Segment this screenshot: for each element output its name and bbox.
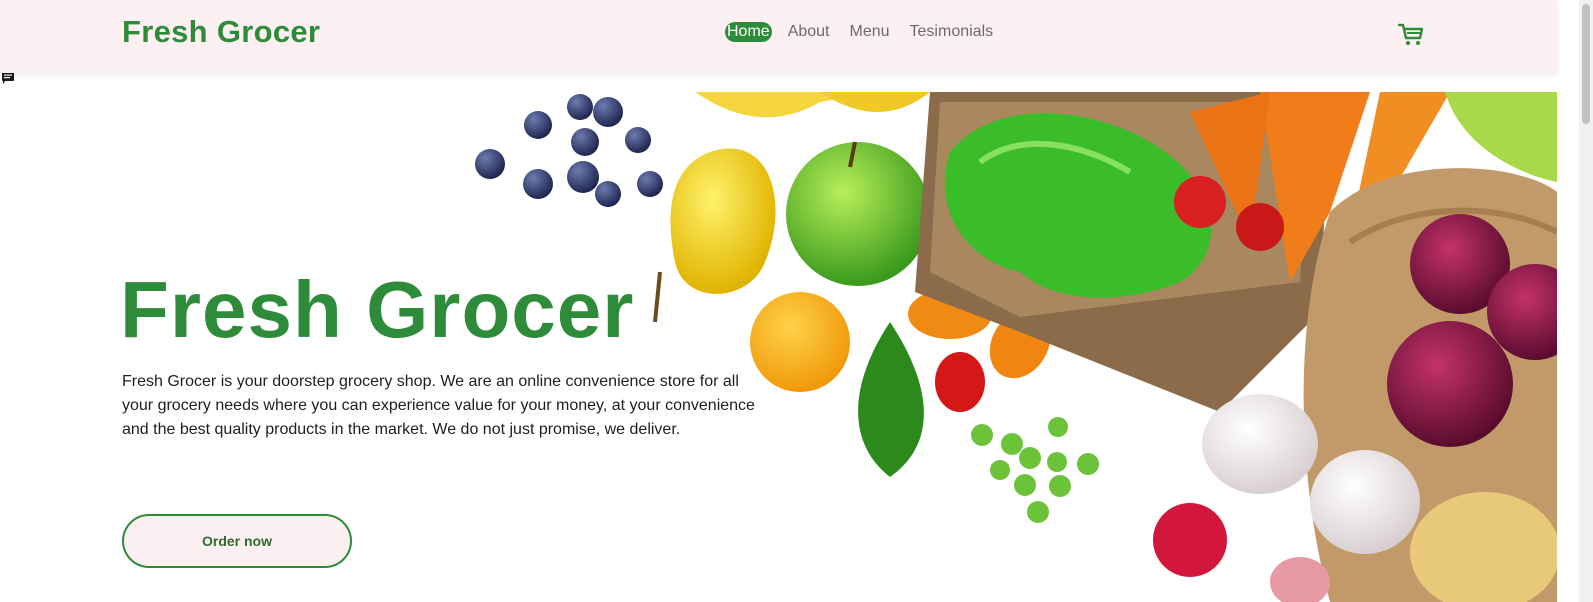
hero-title: Fresh Grocer	[120, 265, 635, 354]
cart-icon[interactable]	[1397, 20, 1425, 48]
main-nav: Home About Menu Tesimonials	[725, 22, 997, 42]
chat-icon[interactable]	[2, 72, 14, 84]
scrollbar-thumb[interactable]	[1582, 4, 1590, 124]
nav-about[interactable]: About	[784, 22, 834, 42]
brand-logo[interactable]: Fresh Grocer	[122, 14, 320, 50]
site-header: Fresh Grocer Home About Menu Tesimonials	[0, 0, 1557, 73]
nav-home[interactable]: Home	[725, 22, 772, 42]
nav-menu[interactable]: Menu	[846, 22, 894, 42]
page-scrollbar[interactable]	[1579, 0, 1593, 602]
order-now-button[interactable]: Order now	[122, 514, 352, 568]
hero-description: Fresh Grocer is your doorstep grocery sh…	[122, 373, 755, 438]
nav-testimonials[interactable]: Tesimonials	[906, 22, 998, 42]
